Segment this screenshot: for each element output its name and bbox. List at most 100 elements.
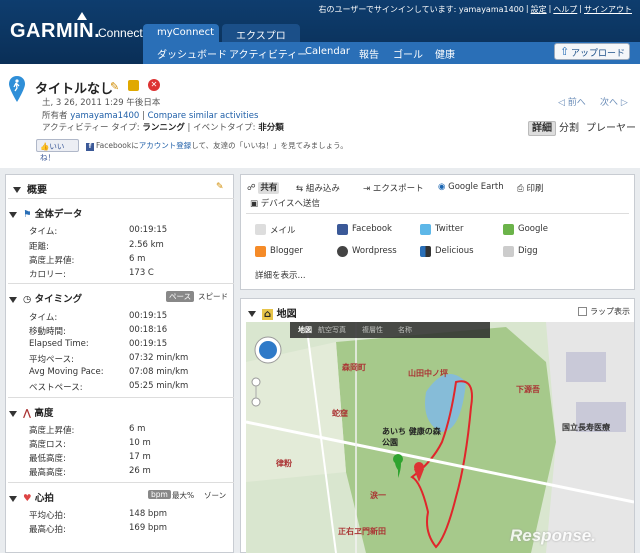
activity-type: ランニング xyxy=(142,123,185,133)
next-label: 次へ xyxy=(600,98,619,108)
tab-myconnect[interactable]: myConnect xyxy=(143,24,219,42)
facebook-icon xyxy=(337,224,348,235)
delete-icon[interactable]: ✕ xyxy=(148,79,160,91)
tab-explore[interactable]: エクスプロー xyxy=(222,24,300,57)
share-blogger[interactable]: Blogger xyxy=(255,246,303,257)
share-google[interactable]: Google xyxy=(503,224,548,235)
row-label: 最高心拍: xyxy=(29,525,66,535)
view-detail-tab[interactable]: 詳細 xyxy=(528,119,556,136)
overall-title: 全体データ xyxy=(34,209,83,220)
help-link[interactable]: ヘルプ xyxy=(553,4,577,15)
row-label: 高度上昇値: xyxy=(29,256,75,266)
map-mode-map[interactable]: 地図 xyxy=(298,325,312,335)
timing-section-header[interactable]: ◷ タイミング xyxy=(9,291,82,305)
mail-icon xyxy=(255,224,266,235)
map-place-label: 正右ヱ門新田 xyxy=(338,527,386,536)
next-link[interactable]: 次へ ▷ xyxy=(600,95,628,108)
garmin-logo[interactable]: GARMIN. xyxy=(10,20,100,43)
map-header[interactable]: ⌂ 地図 xyxy=(248,305,297,320)
tab-share[interactable]: ☍ 共有 xyxy=(247,181,280,194)
row-label: 最高高度: xyxy=(29,468,66,478)
share-email[interactable]: メイル xyxy=(255,224,296,236)
overall-row: 距離: 2.56 km xyxy=(29,240,229,252)
like-button[interactable]: 👍いいね！ xyxy=(36,139,79,162)
row-value: 05:25 min/km xyxy=(129,381,189,391)
signout-link[interactable]: サインアウト xyxy=(584,4,632,15)
row-label: 最低高度: xyxy=(29,454,66,464)
share-wordpress-label: Wordpress xyxy=(352,246,397,256)
row-label: タイム: xyxy=(29,227,58,237)
nav-dashboard[interactable]: ダッシュボード xyxy=(157,46,227,61)
map-mode-aerial[interactable]: 航空写真 xyxy=(318,325,346,335)
map-place-label: 下源吾 xyxy=(516,385,540,394)
embed-tab-label: 組み込み xyxy=(305,184,340,194)
row-value: 17 m xyxy=(129,452,151,462)
heart-title: 心拍 xyxy=(34,493,54,504)
running-pin-icon xyxy=(9,76,25,102)
overall-row: 高度上昇値: 6 m xyxy=(29,254,229,266)
collapse-icon xyxy=(9,211,17,218)
tab-export[interactable]: ⇥ エクスポート xyxy=(363,182,424,194)
share-wordpress[interactable]: Wordpress xyxy=(337,246,397,257)
heart-row: 平均心拍: 148 bpm xyxy=(29,509,229,521)
map-view[interactable]: 地図 航空写真 複層性 名称 森岡町 山田中ノ坪 蛇窪 あいち 健康の森公園 下… xyxy=(246,322,634,553)
settings-link[interactable]: 設定 xyxy=(531,4,547,15)
view-player-tab[interactable]: プレーヤー xyxy=(586,119,636,134)
edit-pencil-icon[interactable]: ✎ xyxy=(110,80,119,93)
pace-toggle[interactable]: ペース xyxy=(166,291,195,302)
share-delicious[interactable]: Delicious xyxy=(420,246,474,257)
speed-toggle[interactable]: スピード xyxy=(198,291,228,302)
map-mode-hybrid[interactable]: 複層性 xyxy=(362,325,383,335)
max-percent-toggle[interactable]: 最大% xyxy=(172,490,194,501)
lap-checkbox[interactable] xyxy=(578,307,587,316)
view-split-tab[interactable]: 分割 xyxy=(559,119,579,134)
row-label: Elapsed Time: xyxy=(29,339,89,349)
heart-row: 最高心拍: 169 bpm xyxy=(29,523,229,535)
user-bar: 右のユーザーでサインインしています: yamayama1400 | 設定 | ヘ… xyxy=(318,4,633,15)
nav-reports[interactable]: 報告 xyxy=(359,46,379,61)
nav-calendar[interactable]: Calendar xyxy=(305,46,350,57)
nav-activities[interactable]: アクティビティー xyxy=(229,46,307,61)
digg-icon xyxy=(503,246,514,257)
prev-link[interactable]: ◁ 前へ xyxy=(558,95,586,108)
upload-button[interactable]: ⇧ アップロード xyxy=(554,43,630,60)
elevation-section-header[interactable]: ⋀ 高度 xyxy=(9,405,53,419)
lock-icon[interactable] xyxy=(128,80,139,91)
google-icon xyxy=(503,224,514,235)
row-label: 移動時間: xyxy=(29,327,66,337)
nav-goals[interactable]: ゴール xyxy=(393,46,423,61)
upload-arrow-icon: ⇧ xyxy=(560,45,570,58)
map-mode-names[interactable]: 名称 xyxy=(398,325,412,335)
timing-row: Avg Moving Pace: 07:08 min/km xyxy=(29,367,229,377)
elevation-row: 高度ロス: 10 m xyxy=(29,438,229,450)
divider xyxy=(8,482,234,483)
tab-print[interactable]: ⎙ 印刷 xyxy=(517,182,544,194)
compare-link[interactable]: Compare similar activities xyxy=(148,111,259,121)
bpm-toggle[interactable]: bpm xyxy=(148,490,171,499)
row-value: 00:19:15 xyxy=(129,225,168,235)
row-label: 高度ロス: xyxy=(29,440,66,450)
activity-title: タイトルなし xyxy=(35,82,114,97)
timing-row: Elapsed Time: 00:19:15 xyxy=(29,339,229,349)
share-digg[interactable]: Digg xyxy=(503,246,538,257)
summary-edit-icon[interactable]: ✎ xyxy=(216,182,224,192)
share-twitter[interactable]: Twitter xyxy=(420,224,464,235)
summary-header[interactable]: 概要 xyxy=(13,181,47,196)
overall-section-header[interactable]: ⚑ 全体データ xyxy=(9,206,82,220)
owner-link[interactable]: yamayama1400 xyxy=(70,111,139,121)
heart-section-header[interactable]: ♥ 心拍 xyxy=(9,490,54,504)
tab-send-device[interactable]: ▣ デバイスへ送信 xyxy=(250,197,320,209)
zone-toggle[interactable]: ゾーン xyxy=(204,490,226,501)
facebook-icon: f xyxy=(86,143,94,151)
divider xyxy=(8,283,234,284)
timing-row: 平均ペース: 07:32 min/km xyxy=(29,353,229,365)
tab-google-earth[interactable]: ◉ Google Earth xyxy=(438,182,504,192)
show-more-link[interactable]: 詳細を表示... xyxy=(240,269,306,281)
tab-embed[interactable]: ⇆ 組み込み xyxy=(296,182,340,194)
printer-icon: ⎙ xyxy=(517,184,524,194)
row-value: 00:19:15 xyxy=(129,339,168,349)
row-value: 10 m xyxy=(129,438,151,448)
fb-register-link[interactable]: アカウント登録 xyxy=(139,141,192,150)
share-facebook[interactable]: Facebook xyxy=(337,224,392,235)
nav-health[interactable]: 健康 xyxy=(435,46,455,61)
